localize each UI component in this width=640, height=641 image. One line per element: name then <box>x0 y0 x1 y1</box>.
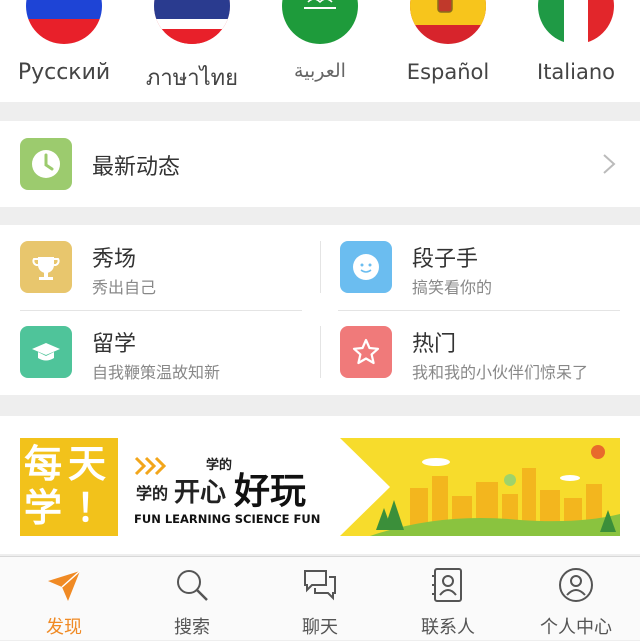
tab-search[interactable]: 搜索 <box>128 557 256 641</box>
star-icon <box>340 326 392 378</box>
tab-label: 个人中心 <box>540 617 612 638</box>
grid-item-subtitle: 自我鞭策温故知新 <box>92 363 221 382</box>
grid-item-title: 热门 <box>412 332 457 357</box>
language-italian[interactable]: Italiano <box>512 0 640 102</box>
grid-item-title: 段子手 <box>412 247 479 272</box>
banner-char: 学 <box>24 486 63 530</box>
chevron-right-icon <box>603 154 616 174</box>
graduation-cap-icon <box>20 326 72 378</box>
grid-item-study-abroad[interactable]: 留学 自我鞭策温故知新 <box>0 310 320 395</box>
clock-icon <box>20 138 72 190</box>
promo-banner[interactable]: 每 天 学 ！ 学的 学的 开心 好玩 FUN LEARNING SCIENCE… <box>0 416 640 554</box>
saudi-flag-icon <box>282 0 358 44</box>
language-label: Italiano <box>537 60 615 84</box>
grid-item-title: 留学 <box>92 332 137 357</box>
language-strip: Русский ภาษาไทย العربية Español Italiano <box>0 0 640 102</box>
grid-item-title: 秀场 <box>92 247 137 272</box>
bottom-tab-bar: 发现 搜索 聊天 联系人 个人中心 <box>0 556 640 640</box>
tab-chat[interactable]: 聊天 <box>256 557 384 641</box>
contacts-icon <box>432 568 462 602</box>
language-russian[interactable]: Русский <box>0 0 128 102</box>
grid-item-subtitle: 搞笑看你的 <box>412 278 493 297</box>
feature-grid: 秀场 秀出自己 段子手 搞笑看你的 留学 自我鞭策温故知新 热门 我和我的小伙伴… <box>0 225 640 395</box>
tab-discover[interactable]: 发现 <box>0 557 128 641</box>
tagline-part: 好玩 <box>234 471 307 512</box>
russia-flag-icon <box>26 0 102 44</box>
banner-daily-learn: 每 天 学 ！ <box>20 438 118 536</box>
language-label: Русский <box>17 60 111 85</box>
latest-news-row[interactable]: 最新动态 <box>0 121 640 207</box>
grid-item-hot[interactable]: 热门 我和我的小伙伴们惊呆了 <box>320 310 640 395</box>
thailand-flag-icon <box>154 0 230 44</box>
arrows-icon <box>134 456 167 476</box>
tagline-small: 学的 <box>206 458 233 473</box>
italy-flag-icon <box>538 0 614 44</box>
spain-flag-icon <box>410 0 486 44</box>
language-label: ภาษาไทย <box>145 66 239 91</box>
language-arabic[interactable]: العربية <box>256 0 384 102</box>
banner-char: 每 <box>24 442 63 486</box>
tagline-english: FUN LEARNING SCIENCE FUN <box>134 512 321 526</box>
smiley-icon <box>340 241 392 293</box>
trophy-icon <box>20 241 72 293</box>
banner-tagline: 学的 学的 开心 好玩 FUN LEARNING SCIENCE FUN <box>128 438 340 536</box>
search-icon <box>177 570 208 601</box>
tab-label: 发现 <box>46 617 82 638</box>
tagline-part: 学的 <box>136 484 169 503</box>
tab-label: 联系人 <box>421 617 475 638</box>
language-label: Español <box>406 60 490 84</box>
banner-char: 天 <box>68 442 107 486</box>
chat-icon <box>304 570 336 601</box>
user-icon <box>559 568 593 602</box>
grid-item-subtitle: 秀出自己 <box>92 278 157 297</box>
tagline-part: 开心 <box>174 478 227 508</box>
grid-item-subtitle: 我和我的小伙伴们惊呆了 <box>412 363 589 382</box>
language-label: العربية <box>294 60 346 82</box>
grid-item-show[interactable]: 秀场 秀出自己 <box>0 225 320 310</box>
tab-profile[interactable]: 个人中心 <box>512 557 640 641</box>
tab-label: 搜索 <box>174 617 210 638</box>
tab-label: 聊天 <box>302 617 338 638</box>
latest-news-title: 最新动态 <box>92 155 181 180</box>
language-spanish[interactable]: Español <box>384 0 512 102</box>
banner-char: ！ <box>76 486 115 530</box>
grid-item-jokes[interactable]: 段子手 搞笑看你的 <box>320 225 640 310</box>
tab-contacts[interactable]: 联系人 <box>384 557 512 641</box>
banner-illustration <box>340 438 620 536</box>
language-thai[interactable]: ภาษาไทย <box>128 0 256 102</box>
paper-plane-icon <box>48 570 81 601</box>
